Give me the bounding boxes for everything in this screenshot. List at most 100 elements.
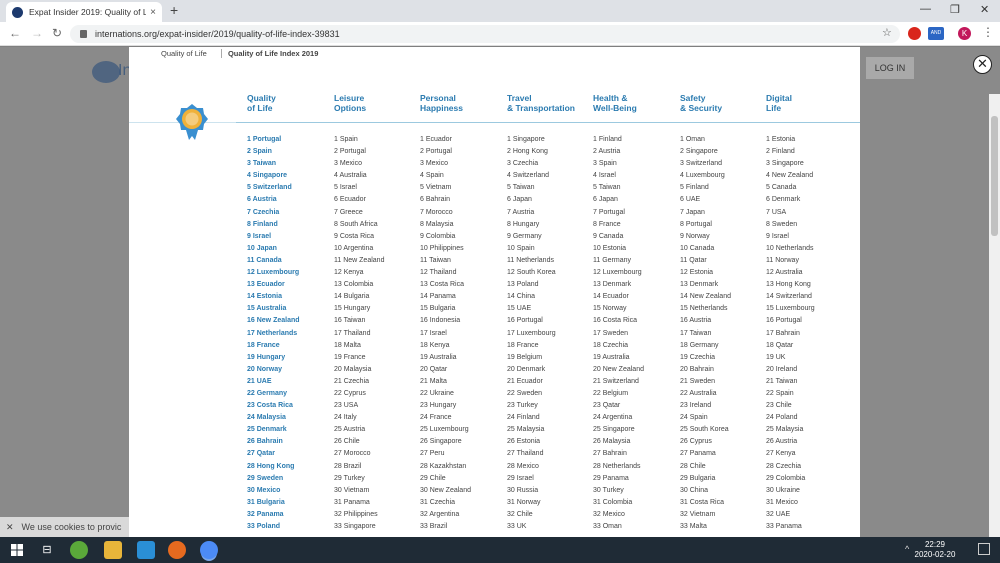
ranking-item: 14 New Zealand <box>680 293 731 301</box>
clock-time: 22:29 <box>924 540 946 549</box>
forward-icon[interactable]: → <box>31 26 43 40</box>
ranking-item: 26 Bahrain <box>247 438 283 446</box>
ranking-list: 1 Finland 2 Austria 3 Spain 4 Israel 5 Taiwa… <box>593 134 644 533</box>
page-scrollbar[interactable] <box>989 94 1000 563</box>
column-quality-of-life: Quality of Life 1 Portugal 2 Spain 3 Taiwan… <box>247 93 300 533</box>
column-header: Leisure Options <box>334 93 367 113</box>
ranking-item: 6 Ecuador <box>334 196 366 204</box>
bookmark-star-icon[interactable]: ☆ <box>882 26 892 39</box>
tab-title: Expat Insider 2019: Quality of Life <box>29 7 147 17</box>
ranking-item: 14 China <box>507 293 536 301</box>
ranking-item: 20 Bahrain <box>680 365 714 373</box>
browser-menu-icon[interactable]: ⋮ <box>982 25 994 39</box>
ranking-item: 24 Argentina <box>593 414 633 422</box>
ranking-item: 27 Kenya <box>766 450 796 458</box>
system-clock[interactable]: 22:29 2020-02-20 <box>910 540 960 560</box>
extension-and-icon[interactable]: AND <box>928 27 944 40</box>
scrollbar-thumb[interactable] <box>991 116 998 236</box>
new-tab-button[interactable]: + <box>170 2 178 18</box>
profile-avatar[interactable]: K <box>958 27 971 40</box>
ranking-item: 5 Finland <box>680 184 709 192</box>
ranking-item: 23 Hungary <box>420 402 457 410</box>
ranking-item: 18 Germany <box>680 341 719 349</box>
ranking-item: 20 Ireland <box>766 365 798 373</box>
ranking-item: 7 Japan <box>680 208 705 216</box>
ranking-item: 4 Australia <box>334 172 367 180</box>
ranking-item: 13 Costa Rica <box>420 281 464 289</box>
ranking-item: 25 Malaysia <box>507 426 545 434</box>
ranking-item: 30 Vietnam <box>334 486 370 494</box>
column-header: Travel & Transportation <box>507 93 576 113</box>
notification-icon[interactable] <box>978 543 990 555</box>
ranking-item: 33 Brazil <box>420 523 448 530</box>
ranking-item: 23 Turkey <box>507 402 538 410</box>
app-icon[interactable] <box>137 541 155 559</box>
back-icon[interactable]: ← <box>9 26 21 40</box>
ranking-item: 24 Spain <box>680 414 708 422</box>
window-close-icon[interactable]: ✕ <box>980 3 989 16</box>
ranking-item: 17 Thailand <box>334 329 371 337</box>
ranking-item: 5 Taiwan <box>593 184 621 192</box>
ranking-item: 25 South Korea <box>680 426 729 434</box>
ranking-list: 1 Spain 2 Portugal 3 Mexico 4 Australia 5 Is… <box>334 134 384 533</box>
ranking-item: 18 France <box>247 341 280 349</box>
ranking-item: 26 Cyprus <box>680 438 712 446</box>
file-explorer-icon[interactable] <box>104 541 122 559</box>
ranking-item: 9 Germany <box>507 232 542 240</box>
browser-tab[interactable]: Expat Insider 2019: Quality of Life × <box>6 2 162 22</box>
ranking-item: 3 Czechia <box>507 160 539 168</box>
firefox-icon[interactable] <box>168 541 186 559</box>
ranking-list: 1 Singapore 2 Hong Kong 3 Czechia 4 Switzer… <box>507 134 575 533</box>
address-bar[interactable]: internations.org/expat-insider/2019/qual… <box>70 25 900 43</box>
ranking-item: 30 Turkey <box>593 486 624 494</box>
close-overlay-button[interactable]: ✕ <box>973 55 992 74</box>
ranking-item: 30 Russia <box>507 486 539 494</box>
opera-extension-icon[interactable] <box>908 27 921 40</box>
ranking-item: 25 Malaysia <box>766 426 804 434</box>
ranking-item: 6 Austria <box>247 196 277 204</box>
ranking-item: 18 Malta <box>334 341 361 349</box>
ranking-item: 6 Japan <box>507 196 532 204</box>
clock-date: 2020-02-20 <box>914 550 956 559</box>
utorrent-icon[interactable] <box>70 541 88 559</box>
ranking-item: 10 Canada <box>680 244 715 252</box>
cookie-close-icon[interactable]: ✕ <box>6 522 14 533</box>
ranking-item: 32 Mexico <box>593 510 625 518</box>
tray-caret-icon[interactable]: ^ <box>905 544 909 554</box>
maximize-icon[interactable]: ❐ <box>950 3 960 16</box>
breadcrumb: Quality of Life Quality of Life Index 20… <box>161 49 319 58</box>
reload-icon[interactable]: ↻ <box>52 26 62 40</box>
ranking-item: 8 South Africa <box>334 220 378 228</box>
ranking-item: 6 Denmark <box>766 196 801 204</box>
chrome-icon[interactable] <box>200 541 218 559</box>
browser-toolbar: ← → ↻ internations.org/expat-insider/201… <box>0 22 1000 46</box>
breadcrumb-current: Quality of Life Index 2019 <box>220 49 319 58</box>
ranking-item: 10 Argentina <box>334 244 374 252</box>
windows-start-icon[interactable] <box>11 544 23 556</box>
lock-icon <box>80 30 87 38</box>
ranking-item: 4 Spain <box>420 172 444 180</box>
ranking-item: 14 Bulgaria <box>334 293 370 301</box>
task-view-icon[interactable]: ⊟ <box>38 541 56 559</box>
tab-close-icon[interactable]: × <box>150 7 156 18</box>
ranking-item: 31 Norway <box>507 498 541 506</box>
ranking-item: 9 Canada <box>593 232 624 240</box>
login-button[interactable]: LOG IN <box>866 57 914 79</box>
ranking-item: 4 Switzerland <box>507 172 550 180</box>
ranking-item: 32 Philippines <box>334 510 378 518</box>
cookie-text: We use cookies to provic <box>21 522 122 532</box>
ranking-item: 10 Philippines <box>420 244 464 252</box>
ranking-item: 7 Portugal <box>593 208 625 216</box>
ranking-item: 12 Kenya <box>334 269 364 277</box>
ranking-item: 15 UAE <box>507 305 532 313</box>
ranking-item: 30 China <box>680 486 709 494</box>
ranking-item: 22 Australia <box>680 389 717 397</box>
column-personal-happiness: Personal Happiness 1 Ecuador 2 Portugal 3 M… <box>420 93 471 533</box>
column-header: Quality of Life <box>247 93 276 113</box>
site-favicon-icon <box>12 6 23 18</box>
ranking-item: 2 Portugal <box>420 148 452 156</box>
breadcrumb-root[interactable]: Quality of Life <box>161 49 207 58</box>
ranking-item: 5 Taiwan <box>507 184 535 192</box>
ranking-item: 5 Switzerland <box>247 184 292 192</box>
minimize-icon[interactable]: — <box>920 3 931 15</box>
